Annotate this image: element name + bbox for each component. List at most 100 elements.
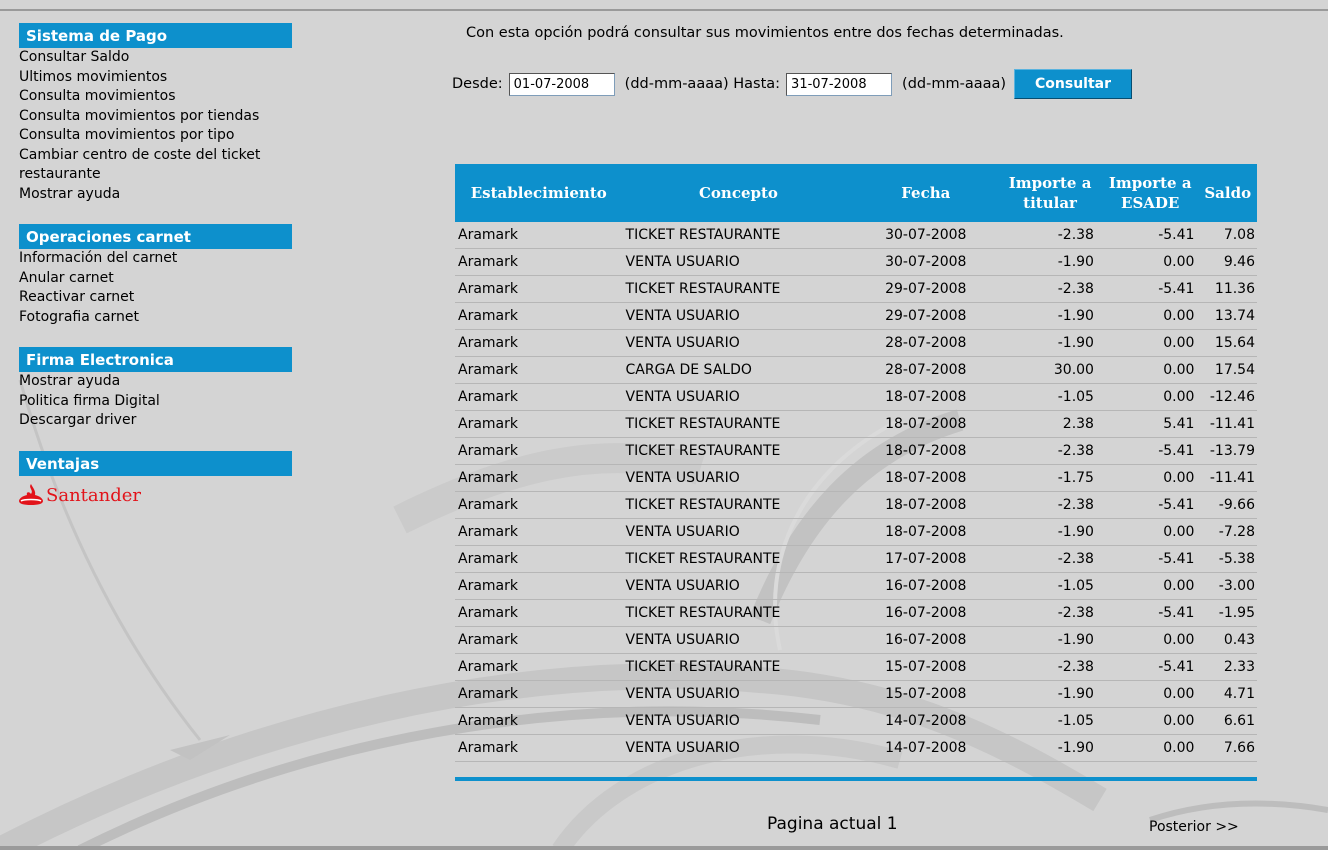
cell-concepto: VENTA USUARIO (622, 734, 855, 762)
consultar-button[interactable]: Consultar (1014, 69, 1133, 99)
table-row: Aramark TICKET RESTAURANTE 15-07-2008 -2.38… (455, 653, 1257, 681)
menu-item-descargar-driver[interactable]: Descargar driver (19, 411, 292, 431)
cell-importe-esade: 0.00 (1102, 680, 1198, 708)
cell-importe-titular: -1.05 (997, 572, 1103, 600)
cell-concepto: VENTA USUARIO (622, 680, 855, 708)
menu-item-consulta-movimientos-por-tiendas[interactable]: Consulta movimientos por tiendas (19, 107, 292, 127)
cell-establecimiento: Aramark (455, 383, 623, 411)
menu-sistema-de-pago: Consultar Saldo Ultimos movimientos Cons… (19, 48, 292, 204)
menu-item-consulta-movimientos-por-tipo[interactable]: Consulta movimientos por tipo (19, 126, 292, 146)
table-footer-divider (455, 777, 1257, 781)
cell-concepto: TICKET RESTAURANTE (622, 545, 855, 573)
cell-fecha: 15-07-2008 (854, 653, 998, 681)
table-row: Aramark VENTA USUARIO 28-07-2008 -1.90 0.00 1… (455, 329, 1257, 357)
menu-operaciones-carnet: Información del carnet Anular carnet Rea… (19, 249, 292, 327)
cell-saldo: 15.64 (1197, 329, 1257, 357)
menu-item-cambiar-centro-de-coste[interactable]: Cambiar centro de coste del ticket resta… (19, 146, 292, 185)
cell-fecha: 28-07-2008 (854, 329, 998, 357)
cell-importe-titular: -1.05 (997, 707, 1103, 735)
cell-establecimiento: Aramark (455, 437, 623, 465)
cell-importe-titular: -2.38 (997, 437, 1103, 465)
cell-importe-esade: 0.00 (1102, 626, 1198, 654)
header-saldo: Saldo (1197, 164, 1257, 222)
format-hint-hasta-label: (dd-mm-aaaa) Hasta: (624, 76, 781, 92)
santander-link[interactable]: Santander (19, 483, 292, 509)
cell-importe-titular: -2.38 (997, 491, 1103, 519)
cell-fecha: 29-07-2008 (854, 275, 998, 303)
cell-saldo: 7.08 (1197, 222, 1257, 249)
desde-label: Desde: (452, 76, 503, 92)
cell-importe-esade: -5.41 (1102, 275, 1198, 303)
cell-concepto: VENTA USUARIO (622, 464, 855, 492)
header-concepto: Concepto (622, 164, 855, 222)
menu-item-consulta-movimientos[interactable]: Consulta movimientos (19, 87, 292, 107)
cell-fecha: 17-07-2008 (854, 545, 998, 573)
table-row: Aramark VENTA USUARIO 29-07-2008 -1.90 0.00 1… (455, 302, 1257, 330)
cell-importe-titular: -1.90 (997, 302, 1103, 330)
cell-saldo: 9.46 (1197, 248, 1257, 276)
cell-importe-titular: -2.38 (997, 545, 1103, 573)
cell-concepto: TICKET RESTAURANTE (622, 653, 855, 681)
cell-establecimiento: Aramark (455, 410, 623, 438)
cell-establecimiento: Aramark (455, 599, 623, 627)
next-page-link[interactable]: Posterior >> (1149, 819, 1239, 835)
menu-firma-electronica: Mostrar ayuda Politica firma Digital Des… (19, 372, 292, 431)
cell-importe-titular: -1.90 (997, 680, 1103, 708)
cell-fecha: 18-07-2008 (854, 464, 998, 492)
section-header-ventajas: Ventajas (19, 450, 292, 476)
cell-importe-esade: 5.41 (1102, 410, 1198, 438)
table-row: Aramark VENTA USUARIO 14-07-2008 -1.90 0.00 7… (455, 734, 1257, 762)
cell-importe-esade: -5.41 (1102, 653, 1198, 681)
table-row: Aramark VENTA USUARIO 16-07-2008 -1.90 0.00 0… (455, 626, 1257, 654)
cell-importe-esade: 0.00 (1102, 707, 1198, 735)
cell-importe-esade: 0.00 (1102, 572, 1198, 600)
cell-importe-esade: -5.41 (1102, 599, 1198, 627)
santander-logo-text: Santander (46, 485, 141, 506)
cell-saldo: -7.28 (1197, 518, 1257, 546)
cell-fecha: 14-07-2008 (854, 734, 998, 762)
cell-importe-esade: 0.00 (1102, 329, 1198, 357)
cell-concepto: TICKET RESTAURANTE (622, 222, 855, 249)
menu-item-anular-carnet[interactable]: Anular carnet (19, 269, 292, 289)
table-row: Aramark VENTA USUARIO 15-07-2008 -1.90 0.00 4… (455, 680, 1257, 708)
table-row: Aramark TICKET RESTAURANTE 18-07-2008 -2.38… (455, 491, 1257, 519)
menu-item-politica-firma-digital[interactable]: Politica firma Digital (19, 392, 292, 412)
menu-item-consultar-saldo[interactable]: Consultar Saldo (19, 48, 292, 68)
menu-item-reactivar-carnet[interactable]: Reactivar carnet (19, 288, 292, 308)
menu-item-fotografia-carnet[interactable]: Fotografia carnet (19, 308, 292, 328)
cell-importe-titular: -1.90 (997, 626, 1103, 654)
hasta-date-input[interactable] (786, 72, 893, 96)
cell-concepto: TICKET RESTAURANTE (622, 491, 855, 519)
cell-saldo: -12.46 (1197, 383, 1257, 411)
cell-saldo: 7.66 (1197, 734, 1257, 762)
cell-saldo: 2.33 (1197, 653, 1257, 681)
desde-date-input[interactable] (508, 72, 615, 96)
cell-importe-esade: -5.41 (1102, 491, 1198, 519)
cell-establecimiento: Aramark (455, 356, 623, 384)
cell-saldo: 17.54 (1197, 356, 1257, 384)
menu-item-mostrar-ayuda-firma[interactable]: Mostrar ayuda (19, 372, 292, 392)
santander-flame-icon (19, 483, 43, 509)
cell-fecha: 29-07-2008 (854, 302, 998, 330)
section-header-sistema-de-pago: Sistema de Pago (19, 23, 292, 48)
table-row: Aramark VENTA USUARIO 16-07-2008 -1.05 0.00-… (455, 572, 1257, 600)
cell-saldo: -9.66 (1197, 491, 1257, 519)
cell-fecha: 15-07-2008 (854, 680, 998, 708)
menu-item-mostrar-ayuda[interactable]: Mostrar ayuda (19, 185, 292, 205)
menu-item-informacion-del-carnet[interactable]: Información del carnet (19, 249, 292, 269)
cell-establecimiento: Aramark (455, 464, 623, 492)
date-filter-form: Desde: (dd-mm-aaaa) Hasta: (dd-mm-aaaa) … (452, 69, 1133, 99)
cell-importe-titular: -1.90 (997, 248, 1103, 276)
cell-importe-esade: 0.00 (1102, 383, 1198, 411)
cell-importe-esade: -5.41 (1102, 437, 1198, 465)
cell-establecimiento: Aramark (455, 518, 623, 546)
cell-establecimiento: Aramark (455, 329, 623, 357)
cell-establecimiento: Aramark (455, 626, 623, 654)
cell-saldo: -11.41 (1197, 410, 1257, 438)
cell-saldo: 13.74 (1197, 302, 1257, 330)
cell-fecha: 14-07-2008 (854, 707, 998, 735)
menu-item-ultimos-movimientos[interactable]: Ultimos movimientos (19, 68, 292, 88)
section-header-firma-electronica: Firma Electronica (19, 347, 292, 372)
cell-establecimiento: Aramark (455, 734, 623, 762)
table-row: Aramark TICKET RESTAURANTE 16-07-2008 -2.38… (455, 599, 1257, 627)
